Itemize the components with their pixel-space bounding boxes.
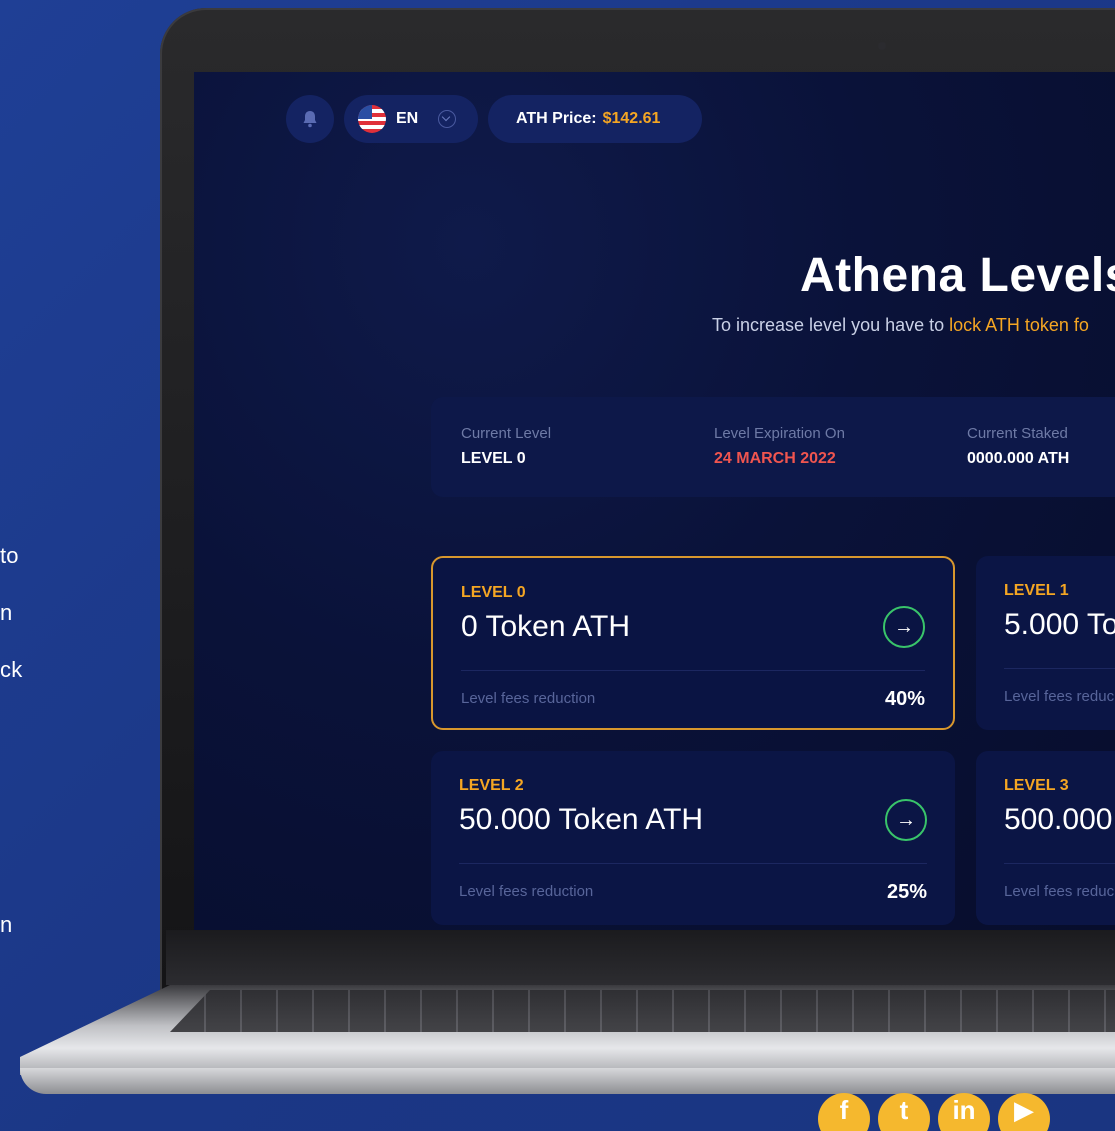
ath-price-badge: ATH Price: $142.61 [488, 95, 702, 143]
info-label: Current Staked [967, 425, 1068, 442]
fees-label: Level fees reduction [459, 883, 594, 900]
subtitle-text: To increase level you have to [712, 315, 950, 335]
bell-icon [303, 111, 317, 128]
level-select-button[interactable]: → [883, 606, 925, 648]
fees-label: Level fees reduc [1004, 688, 1115, 705]
level-tag: LEVEL 3 [1004, 777, 1069, 794]
laptop-screen: EN ATH Price: $142.61 Athena Levels To i… [194, 72, 1115, 930]
fees-value: 25% [886, 881, 927, 903]
linkedin-icon[interactable]: in [938, 1093, 990, 1131]
level-tag: LEVEL 2 [459, 777, 524, 794]
current-staked: Current Staked 0000.000 ATH [967, 425, 1069, 468]
side-text-fragment: n [0, 912, 13, 937]
fees-value: 40% [884, 688, 925, 710]
language-selector[interactable]: EN [344, 95, 478, 143]
info-value: 24 MARCH 2022 [714, 450, 836, 467]
youtube-icon[interactable]: ▶ [998, 1093, 1050, 1131]
page: to n ck n EN ATH Price: $142.61 Athena L… [0, 0, 1115, 1131]
language-code: EN [396, 110, 419, 127]
side-text-fragment: to [0, 543, 19, 568]
level-tag: LEVEL 0 [461, 584, 526, 601]
page-title: Athena Levels [800, 249, 1115, 302]
info-value: LEVEL 0 [461, 450, 526, 467]
info-value: 0000.000 ATH [967, 450, 1070, 467]
fees-label: Level fees reduction [461, 690, 596, 707]
laptop-base-edge [20, 1068, 1115, 1094]
top-bar: EN ATH Price: $142.61 [286, 95, 702, 143]
divider [459, 863, 927, 864]
price-value: $142.61 [602, 110, 661, 127]
page-subtitle: To increase level you have to lock ATH t… [712, 315, 1089, 336]
level-card-2[interactable]: LEVEL 2 50.000 Token ATH → Level fees re… [431, 751, 955, 925]
side-text-fragment: ck [0, 657, 23, 682]
webcam [878, 42, 886, 50]
level-amount: 0 Token ATH [461, 610, 630, 643]
twitter-icon[interactable]: t [878, 1093, 930, 1131]
info-label: Current Level [461, 425, 552, 442]
divider [461, 670, 925, 671]
notification-button[interactable] [286, 95, 334, 143]
fees-label: Level fees reduc [1004, 883, 1115, 900]
chevron-down-icon [438, 110, 457, 128]
level-card-3[interactable]: LEVEL 3 500.000 Level fees reduc [976, 751, 1115, 925]
arrow-right-icon: → [894, 615, 914, 638]
level-card-0[interactable]: LEVEL 0 0 Token ATH → Level fees reducti… [431, 556, 955, 730]
level-status-card: Current Level LEVEL 0 Level Expiration O… [431, 397, 1115, 497]
divider [1004, 668, 1115, 669]
level-amount: 5.000 To [1004, 608, 1115, 641]
side-text-fragment: n [0, 600, 13, 625]
facebook-icon[interactable]: f [818, 1093, 870, 1131]
level-tag: LEVEL 1 [1004, 582, 1069, 599]
screen-bezel-bottom [166, 930, 1115, 985]
price-label: ATH Price: [516, 110, 597, 127]
level-amount: 50.000 Token ATH [459, 803, 704, 836]
level-expiration: Level Expiration On 24 MARCH 2022 [714, 425, 845, 468]
current-level: Current Level LEVEL 0 [461, 425, 551, 468]
keyboard [170, 990, 1115, 1032]
arrow-right-icon: → [896, 808, 916, 831]
level-select-button[interactable]: → [885, 799, 927, 841]
social-links: f t in ▶ [818, 1093, 1050, 1131]
level-card-1[interactable]: LEVEL 1 5.000 To Level fees reduc [976, 556, 1115, 730]
subtitle-accent: lock ATH token fo [949, 315, 1089, 335]
us-flag-icon [358, 105, 386, 133]
level-amount: 500.000 [1004, 803, 1113, 836]
divider [1004, 863, 1115, 864]
info-label: Level Expiration On [714, 425, 845, 442]
